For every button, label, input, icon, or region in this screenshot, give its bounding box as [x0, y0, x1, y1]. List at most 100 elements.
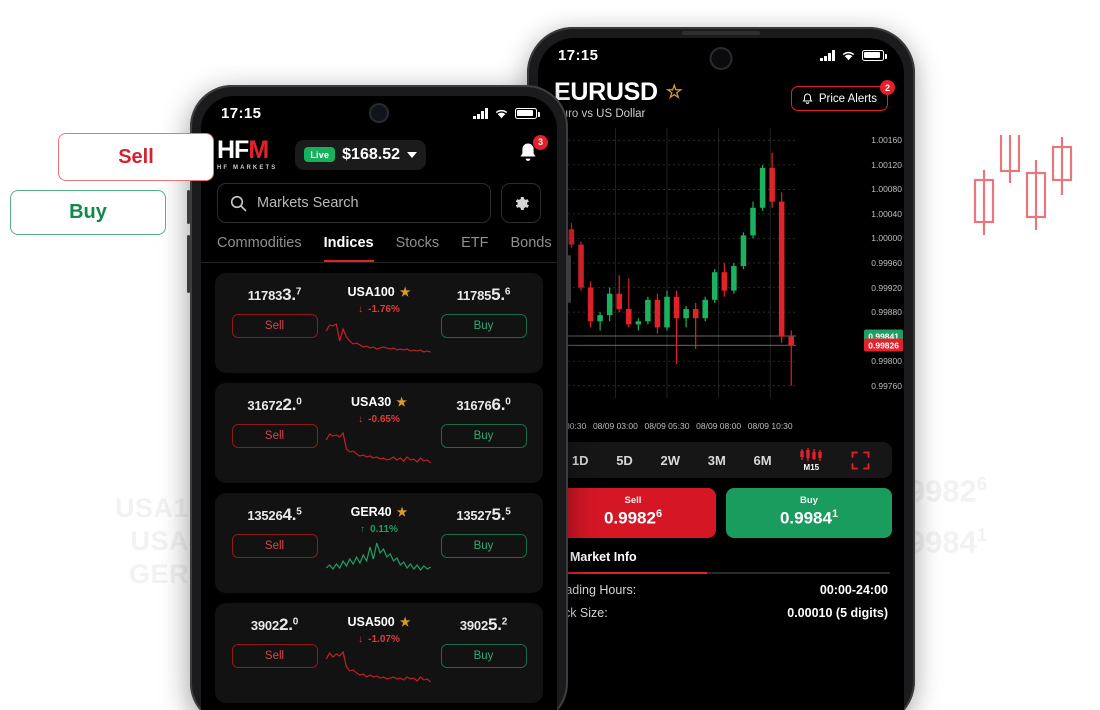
market-info-value: 0.00010 (5 digits): [787, 605, 888, 620]
timeframe-5d[interactable]: 5D: [616, 453, 633, 468]
star-icon[interactable]: ★: [400, 285, 411, 299]
front-camera: [711, 49, 731, 68]
timeframe-2w[interactable]: 2W: [661, 453, 681, 468]
chart-y-tick: 0.99920: [871, 282, 902, 293]
instrument-card[interactable]: 316722.0 Sell USA30 ★ ↓ -0.65% 316766.0 …: [215, 383, 543, 483]
change-percent: ↓ -1.76%: [324, 304, 434, 315]
timeframe-3m[interactable]: 3M: [708, 453, 726, 468]
instrument-symbol: GER40: [350, 505, 392, 519]
candlestick-icon: [800, 448, 823, 461]
sell-button[interactable]: Sell 0.99826: [550, 488, 716, 538]
instrument-symbol-row: EURUSD ☆: [554, 78, 683, 107]
price-chart[interactable]: 1.00160 1.00120 1.00080 1.00040 1.00000 0.999…: [538, 128, 904, 438]
search-input[interactable]: Markets Search: [217, 183, 491, 223]
sell-button[interactable]: Sell: [231, 314, 318, 338]
buy-price: 135275.5: [456, 505, 511, 524]
category-tabs[interactable]: Commodities Indices Stocks ETF Bonds: [201, 233, 557, 263]
volume-up-button[interactable]: [187, 190, 190, 224]
timeframe-6m[interactable]: 6M: [754, 453, 772, 468]
market-info-underline: [552, 571, 890, 574]
buy-button[interactable]: Buy: [440, 314, 527, 338]
change-value: -1.76%: [368, 304, 400, 315]
tab-bonds[interactable]: Bonds: [510, 235, 551, 262]
buy-price: 39025.2: [459, 615, 508, 634]
sell-button[interactable]: Sell: [231, 424, 318, 448]
buy-price: 117855.6: [456, 285, 511, 304]
instrument-card[interactable]: 135264.5 Sell GER40 ★ ↑ 0.11% 135275.5 B…: [215, 493, 543, 593]
timeframe-selector[interactable]: 1D 5D 2W 3M 6M M15: [550, 442, 892, 478]
chart-bid-price-tag: 0.99826: [864, 338, 903, 352]
signal-bars-icon: [820, 49, 835, 61]
price-alerts-button[interactable]: Price Alerts: [790, 86, 888, 111]
power-button[interactable]: [568, 255, 571, 303]
balance-amount: $168.52: [342, 145, 400, 163]
wifi-icon: [495, 109, 508, 118]
buy-button[interactable]: Buy: [440, 644, 527, 668]
buy-price: 316766.0: [456, 395, 511, 414]
battery-icon: [862, 49, 887, 61]
logo-mark: HFM: [217, 136, 269, 164]
trend-arrow-icon: ↓: [358, 414, 364, 425]
buy-price-base: 0.9984: [779, 508, 832, 528]
change-percent: ↑ 0.11%: [324, 524, 434, 535]
sparkline-chart: [325, 542, 431, 571]
sell-price: 135264.5: [247, 505, 302, 524]
status-clock: 17:15: [221, 104, 262, 122]
screen-eurusd: 17:15 EURUSD ☆ Euro vs US Dollar Price A…: [538, 38, 904, 710]
chevron-down-icon: [407, 151, 417, 158]
logo-subtitle: HF MARKETS: [217, 165, 278, 171]
star-icon[interactable]: ★: [396, 395, 407, 409]
live-badge: Live: [304, 147, 336, 162]
buy-price: 0.99841: [726, 508, 892, 529]
app-bar: HFM HF MARKETS Live $168.52 3: [201, 130, 557, 177]
wifi-icon: [842, 51, 855, 60]
star-icon[interactable]: ★: [400, 615, 411, 629]
tab-indices[interactable]: Indices: [323, 235, 374, 262]
buy-button[interactable]: Buy: [440, 424, 527, 448]
search-placeholder: Markets Search: [257, 195, 359, 211]
chart-y-tick: 1.00080: [871, 184, 902, 195]
tab-stocks[interactable]: Stocks: [396, 235, 440, 262]
chart-type-label: M15: [803, 463, 820, 472]
watermark-price-sup: 6: [976, 474, 987, 494]
sell-button[interactable]: Sell: [231, 534, 318, 558]
chart-y-tick: 0.99800: [871, 356, 902, 367]
chart-y-tick: 1.00160: [871, 135, 902, 146]
trend-arrow-icon: ↓: [358, 634, 364, 645]
chart-y-axis: 1.00160 1.00120 1.00080 1.00040 1.00000 0.999…: [850, 128, 904, 418]
chart-x-tick: 08/09 10:30: [747, 421, 793, 431]
buy-button[interactable]: Buy: [440, 534, 527, 558]
star-icon[interactable]: ☆: [666, 81, 683, 104]
sparkline-chart: [325, 323, 431, 353]
market-info-value: 00:00-24:00: [819, 582, 888, 597]
instrument-symbol-row: USA500 ★: [324, 615, 434, 629]
timeframe-1d[interactable]: 1D: [572, 453, 589, 468]
instrument-card[interactable]: 117833.7 Sell USA100 ★ ↓ -1.76% 117855.6…: [215, 273, 543, 373]
chart-y-tick: 1.00000: [871, 233, 902, 244]
market-info-row: Tick Size: 0.00010 (5 digits): [552, 597, 890, 620]
chart-x-tick: 08/09 08:00: [696, 421, 742, 431]
sell-button[interactable]: Sell: [231, 644, 318, 668]
instrument-symbol: USA30: [350, 395, 392, 409]
market-info-section: Market Info Trading Hours: 00:00-24:00 T…: [538, 538, 904, 620]
fullscreen-icon[interactable]: [851, 451, 870, 470]
tab-market-info[interactable]: Market Info: [552, 550, 890, 564]
chart-type-button[interactable]: M15: [799, 448, 823, 472]
volume-down-button[interactable]: [187, 235, 190, 293]
scene: Sell Buy USA100 USA30 GER40 0.99826 0.99…: [0, 0, 1100, 710]
decorative-buy-badge: Buy: [10, 190, 166, 235]
instrument-card[interactable]: 39022.0 Sell USA500 ★ ↓ -1.07% 39025.2 B…: [215, 603, 543, 703]
buy-button[interactable]: Buy 0.99841: [726, 488, 892, 538]
tab-commodities[interactable]: Commodities: [217, 235, 302, 262]
tab-etf[interactable]: ETF: [461, 235, 488, 262]
notifications-button[interactable]: 3: [517, 134, 548, 169]
sell-price: 0.99826: [550, 508, 716, 529]
star-icon[interactable]: ★: [397, 505, 408, 519]
chart-y-tick: 0.99760: [871, 380, 902, 391]
settings-button[interactable]: [501, 183, 541, 223]
trade-action-bar: Sell 0.99826 Buy 0.99841: [538, 478, 904, 538]
account-balance-selector[interactable]: Live $168.52: [295, 139, 426, 170]
buy-label: Buy: [800, 495, 818, 506]
sparkline-chart: [325, 650, 432, 683]
instrument-symbol: USA100: [347, 285, 395, 299]
